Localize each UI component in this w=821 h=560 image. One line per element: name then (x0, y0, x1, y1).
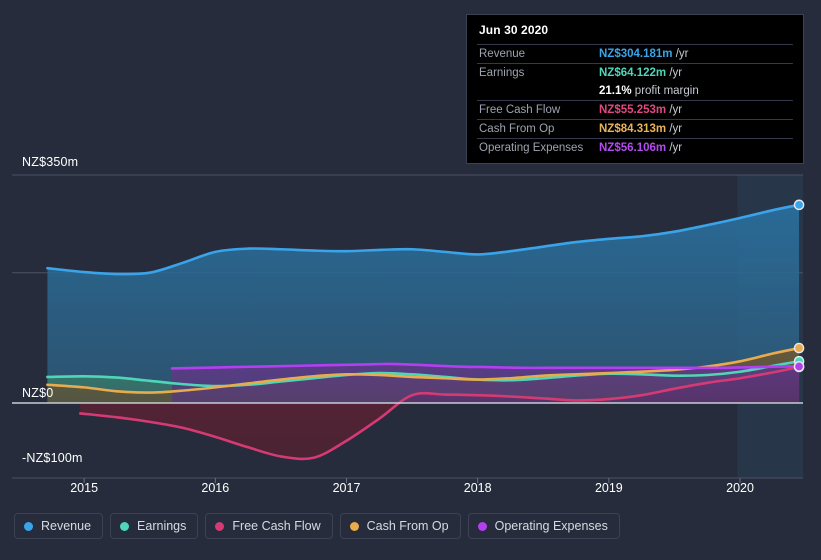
x-axis-label-2020: 2020 (726, 481, 754, 495)
tooltip-row-unit: profit margin (631, 85, 699, 97)
tooltip-row-label: Revenue (477, 44, 597, 64)
tooltip-row: Free Cash Flow NZ$55.253m /yr (477, 100, 793, 120)
x-axis-label-2016: 2016 (201, 481, 230, 495)
legend-item-revenue[interactable]: Revenue (14, 513, 104, 539)
endpoint-marker-revenue[interactable] (793, 199, 805, 211)
legend-item-label: Cash From Op (366, 519, 449, 533)
tooltip-row-label: Cash From Op (477, 119, 597, 139)
legend-color-dot-icon (24, 521, 33, 531)
tooltip-row-amount: 21.1% (599, 85, 632, 97)
legend-color-dot-icon (349, 521, 359, 531)
tooltip-table: Revenue NZ$304.181m /yr Earnings NZ$64.122m… (477, 44, 793, 157)
chart-tooltip: Jun 30 2020 Revenue NZ$304.181m /yr Earnin… (466, 14, 804, 164)
tooltip-row-value: NZ$84.313m /yr (597, 119, 793, 139)
tooltip-row-amount: NZ$56.106m (599, 142, 667, 154)
y-axis-label-top: NZ$350m (22, 155, 79, 169)
financial-chart-page: NZ$350m NZ$0 -NZ$100m 2015 2016 2017 2018 2019 2… (0, 0, 821, 560)
y-axis-label-bottom: -NZ$100m (22, 451, 83, 466)
tooltip-row-amount: NZ$304.181m (599, 48, 673, 60)
tooltip-row-label: Earnings (477, 63, 597, 82)
x-axis-label-2015: 2015 (70, 481, 99, 495)
tooltip-row: Revenue NZ$304.181m /yr (477, 44, 793, 64)
tooltip-row-unit: /yr (666, 104, 683, 116)
endpoint-marker-operating-expenses[interactable] (793, 361, 805, 372)
x-axis-label-2019: 2019 (594, 481, 623, 495)
endpoint-marker-cash-from-op[interactable] (793, 342, 805, 354)
tooltip-row: Cash From Op NZ$84.313m /yr (477, 119, 793, 139)
tooltip-row: Operating Expenses NZ$56.106m /yr (477, 138, 793, 157)
legend-item-earnings[interactable]: Earnings (110, 513, 199, 539)
tooltip-row-label: Operating Expenses (477, 138, 597, 157)
chart-legend[interactable]: Revenue Earnings Free Cash Flow Cash From O… (14, 513, 620, 539)
tooltip-row: 21.1% profit margin (477, 82, 793, 101)
legend-item-free-cash-flow[interactable]: Free Cash Flow (205, 513, 333, 539)
legend-color-dot-icon (120, 521, 130, 531)
tooltip-row-unit: /yr (666, 123, 683, 135)
tooltip-row-amount: NZ$64.122m (599, 67, 667, 79)
tooltip-date: Jun 30 2020 (479, 23, 549, 37)
tooltip-row-unit: /yr (672, 48, 689, 60)
legend-item-label: Earnings (137, 519, 187, 533)
legend-item-label: Free Cash Flow (232, 519, 321, 533)
tooltip-row-value: NZ$56.106m /yr (597, 138, 793, 157)
tooltip-row: Earnings NZ$64.122m /yr (477, 63, 793, 82)
legend-item-operating-expenses[interactable]: Operating Expenses (467, 513, 620, 539)
tooltip-row-label (477, 82, 597, 101)
tooltip-row-value: NZ$55.253m /yr (597, 100, 793, 120)
tooltip-row-value: NZ$64.122m /yr (597, 63, 793, 82)
legend-item-label: Revenue (41, 519, 92, 533)
legend-color-dot-icon (215, 521, 225, 531)
y-axis-label-zero: NZ$0 (22, 386, 54, 400)
tooltip-row-amount: NZ$55.253m (599, 104, 667, 116)
tooltip-row-value: NZ$304.181m /yr (597, 44, 793, 64)
legend-color-dot-icon (477, 521, 487, 531)
tooltip-row-amount: NZ$84.313m (599, 123, 667, 135)
legend-item-cash-from-op[interactable]: Cash From Op (339, 513, 461, 539)
tooltip-row-unit: /yr (666, 67, 683, 79)
x-axis-label-2017: 2017 (332, 481, 361, 495)
tooltip-row-unit: /yr (666, 142, 683, 154)
legend-item-label: Operating Expenses (494, 519, 608, 533)
x-axis-label-2018: 2018 (463, 481, 492, 495)
tooltip-row-label: Free Cash Flow (477, 100, 597, 120)
tooltip-row-value: 21.1% profit margin (597, 82, 793, 101)
